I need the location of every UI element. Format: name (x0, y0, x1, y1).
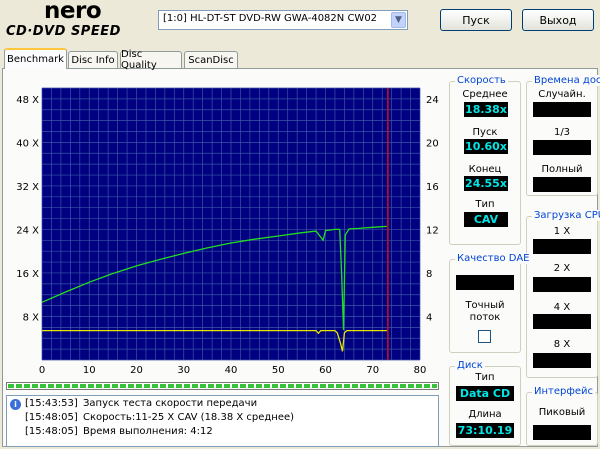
cpu-8x-value (533, 353, 591, 368)
tab-benchmark[interactable]: Benchmark (4, 48, 67, 69)
x-tick-label: 10 (83, 365, 96, 376)
end-speed-label: Конец (468, 164, 502, 175)
y-right-tick-label: 12 (426, 225, 439, 236)
y-left-tick-label: 8 X (23, 312, 40, 323)
y-left-tick-label: 24 X (16, 225, 39, 236)
y-left-tick-label: 48 X (16, 95, 39, 106)
y-right-tick-label: 8 (426, 269, 432, 280)
disc-type-value: Data CD (456, 386, 514, 401)
y-left-tick-label: 16 X (16, 269, 39, 280)
nero-logo: nero CD·DVD SPEED (4, 0, 154, 42)
y-right-tick-label: 24 (426, 95, 439, 106)
x-tick-label: 0 (39, 365, 45, 376)
exit-button[interactable]: Выход (522, 9, 594, 31)
disc-type-label: Тип (475, 372, 495, 383)
log-row: [15:43:53] Запуск теста скорости передачи (25, 398, 258, 409)
x-tick-label: 70 (366, 365, 379, 376)
speed-group-title: Скорость (455, 75, 508, 86)
cpu-8x-label: 8 X (553, 339, 571, 350)
avg-speed-value: 18.38x (464, 102, 508, 117)
cpu-1x-label: 1 X (553, 226, 571, 237)
disc-length-value: 73:10.19 (456, 423, 514, 438)
x-tick-label: 80 (414, 365, 427, 376)
accurate-stream-checkbox (478, 330, 491, 343)
drive-select-value: [1:0] HL-DT-ST DVD-RW GWA-4082N CW02 (163, 13, 378, 24)
benchmark-chart: 0 10 20 30 40 50 60 70 80 8 X 16 X 24 X 32 X 40 X 48 X… (16, 87, 439, 376)
avg-speed-label: Среднее (462, 89, 508, 100)
drive-select[interactable]: [1:0] HL-DT-ST DVD-RW GWA-4082N CW02 ▼ (158, 10, 408, 30)
random-access-value (533, 102, 591, 117)
logo-line1: nero (44, 0, 102, 24)
y-left-tick-label: 32 X (16, 182, 39, 193)
cpu-1x-value (533, 239, 591, 254)
progress-bar (6, 382, 439, 390)
end-speed-value: 24.55x (464, 176, 508, 191)
interface-peak-label: Пиковый (538, 407, 586, 418)
info-icon: i (10, 399, 21, 410)
cpu-4x-value (533, 314, 591, 329)
progress-fill (8, 384, 437, 388)
speed-group: Скорость Среднее 18.38x Пуск 10.60x Коне… (449, 75, 521, 245)
full-access-label: Полный (541, 164, 583, 175)
disc-group: Диск Тип Data CD Длина 73:10.19 (449, 360, 521, 446)
dae-quality-group: Качество DAE Точный поток (449, 253, 532, 353)
y-right-tick-label: 20 (426, 138, 439, 149)
speed-type-value: CAV (464, 212, 508, 227)
interface-peak-value (533, 425, 591, 440)
chevron-down-icon[interactable]: ▼ (391, 12, 406, 28)
log-panel: i [15:43:53] Запуск теста скорости переда… (6, 395, 439, 447)
tab-disc-quality[interactable]: Disc Quality (120, 49, 182, 71)
x-tick-label: 60 (319, 365, 332, 376)
access-times-group: Времена дост Случайн. 1/3 Полный (526, 75, 600, 196)
third-access-label: 1/3 (553, 127, 571, 138)
dae-quality-title: Качество DAE (455, 253, 532, 264)
cpu-4x-label: 4 X (553, 302, 571, 313)
disc-length-label: Длина (468, 409, 502, 420)
log-row: [15:48:05] Время выполнения: 4:12 (25, 426, 213, 437)
x-tick-label: 30 (177, 365, 190, 376)
full-access-value (533, 177, 591, 192)
x-tick-label: 50 (272, 365, 285, 376)
x-tick-label: 40 (225, 365, 238, 376)
cpu-usage-group: Загрузка CPU 1 X 2 X 4 X 8 X (526, 210, 600, 378)
log-row: [15:48:05] Скорость:11-25 X CAV (18.38 X … (25, 412, 295, 423)
y-left-tick-label: 40 X (16, 138, 39, 149)
interface-group-title: Интерфейс (532, 386, 596, 397)
random-access-label: Случайн. (538, 89, 586, 100)
y-right-tick-label: 16 (426, 182, 439, 193)
logo-line2: CD·DVD SPEED (6, 24, 121, 39)
disc-group-title: Диск (455, 360, 485, 371)
start-speed-label: Пуск (472, 127, 498, 138)
cpu-2x-value (533, 277, 591, 292)
x-tick-label: 20 (130, 365, 143, 376)
cpu-2x-label: 2 X (553, 263, 571, 274)
start-button[interactable]: Пуск (440, 9, 512, 31)
accurate-stream-label: Точный поток (465, 300, 505, 323)
tab-disc-info[interactable]: Disc Info (68, 51, 118, 68)
tab-scandisc[interactable]: ScanDisc (184, 51, 238, 68)
third-access-value (533, 140, 591, 155)
cpu-usage-title: Загрузка CPU (532, 210, 600, 221)
speed-type-label: Тип (475, 199, 495, 210)
y-right-tick-label: 4 (426, 312, 432, 323)
dae-quality-value (456, 275, 514, 290)
interface-group: Интерфейс Пиковый (526, 386, 598, 446)
start-speed-value: 10.60x (464, 139, 508, 154)
access-times-title: Времена дост (532, 75, 600, 86)
